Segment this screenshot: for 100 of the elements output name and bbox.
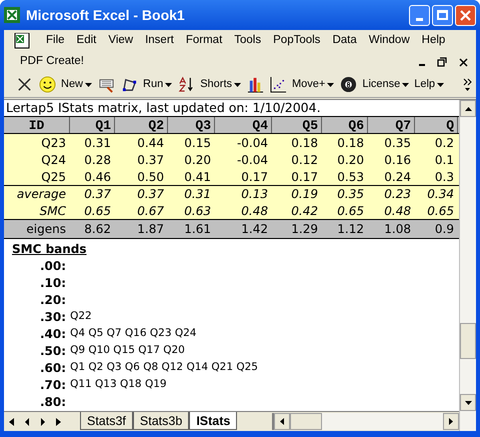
menu-item[interactable]: Window [362,31,416,51]
table-cell-text: 0.28 [83,152,112,168]
table-cell-text: 0.65 [426,202,455,219]
table-cell-text: 0.44 [136,134,165,151]
band-label: .00: [40,258,66,274]
close-button[interactable] [455,4,476,26]
sheet-tab[interactable]: IStats [189,412,238,430]
table-cell-text: 0.67 [136,202,165,219]
column-header: Q2 [115,117,168,133]
table-cell-text: 0.37 [136,152,165,168]
table-cell-text: 0.48 [383,202,412,219]
table-cell-text: 0.13 [240,186,269,202]
table-cell-text: 0.31 [83,134,112,151]
toolbar-dropdown-button[interactable]: Move+ [291,74,336,96]
table-cell-text: 0.20 [336,152,365,168]
table-cell-text: 0.23 [383,186,412,202]
table-cell-text: SMC [38,202,67,219]
band-items: Q4 Q5 Q7 Q16 Q23 Q24 [70,326,196,341]
up-arrow-icon [464,106,472,110]
table-cell-text: Q25 [40,168,67,185]
table-cell-text: 1.87 [136,221,165,238]
table-cell-text: 0.65 [83,202,112,219]
menu-item[interactable]: File [40,31,71,51]
table-cell-text: 1.08 [383,221,412,238]
column-header: Q7 [368,117,415,133]
caret-icon [327,82,334,86]
table-cell-text: -0.04 [236,152,269,168]
table-cell-text: 0.53 [336,168,365,185]
band-label: .50: [40,342,66,360]
toolbar-dropdown-button[interactable]: Shorts [199,74,242,96]
table-cell-text: 0.37 [83,186,112,202]
table-cell-text: 1.61 [183,221,212,238]
table-cell-text: 0.65 [336,202,365,219]
table-cell-text: 1.29 [290,221,319,238]
close-icon [459,58,468,66]
caret-icon [437,82,444,86]
toolbar-dropdown-button[interactable]: License [361,74,410,96]
table-cell-text: 0.50 [136,168,165,185]
caret-icon [402,82,410,86]
horizontal-scrollbar[interactable] [272,413,459,430]
table-cell-text: 0.31 [183,186,212,202]
table-cell-text: 0.41 [183,168,212,185]
sheet-tab[interactable]: Stats3b [132,412,190,430]
table-cell-text: 0.19 [290,186,319,202]
column-header: Q3 [168,117,215,133]
menu-item[interactable]: Data [326,31,363,51]
menu-item[interactable]: Format [180,31,228,51]
band-label: .30: [40,308,66,326]
table-cell-text: eigens [25,221,67,238]
table-cell-text: 0.34 [426,186,455,202]
menu-item[interactable]: Insert [139,31,180,51]
table-cell-text: 1.12 [336,221,365,238]
section-title: SMC bands [12,241,88,257]
menu-item[interactable]: PDF Create! [18,53,86,71]
close-icon [460,10,471,20]
table-cell-text: 1.42 [240,221,269,238]
more-chevron-icon[interactable] [463,78,472,92]
menu-item[interactable]: PopTools [267,31,326,51]
table-cell-text: 0.12 [290,152,319,168]
sheet-tab[interactable]: Stats3f [80,412,133,430]
table-cell-text: 0.2 [434,134,455,151]
minimize-button[interactable] [409,4,430,26]
table-cell-text: average [16,186,67,202]
left-arrow-icon [280,418,284,425]
vertical-scrollbar[interactable] [459,100,476,431]
menu-item[interactable]: View [102,31,140,51]
table-cell-text: -0.04 [236,134,269,151]
menu-item[interactable]: Edit [70,31,102,51]
band-label: .10: [40,274,66,292]
toolbar-dropdown-button[interactable]: Lelp [413,74,446,96]
table-cell-text: 0.9 [434,221,455,238]
table-cell-text: Q23 [40,134,67,151]
band-label: .70: [40,376,66,394]
menu-item[interactable]: Help [416,31,452,51]
table-cell-text: 0.3 [434,168,455,185]
maximize-button[interactable] [432,4,453,26]
workbook-icon [14,33,32,49]
table-cell-text: 0.17 [290,168,319,185]
toolbar-dropdown-button[interactable]: New [60,74,94,96]
minimize-icon [419,64,425,66]
table-cell-text: 0.18 [290,134,319,151]
scrollbar-thumb[interactable] [290,413,322,430]
toolbar-dropdown-button[interactable]: Run [142,74,174,96]
band-label: .20: [40,292,66,308]
caret-icon [234,82,241,86]
smiley-icon[interactable] [37,74,57,96]
band-items: Q9 Q10 Q15 Q17 Q20 [70,342,185,358]
column-header: Q [415,117,458,133]
table-cell-text: 0.42 [290,202,319,219]
column-header: Q6 [322,117,368,133]
table-cell-text: 0.15 [183,134,212,151]
table-cell-text: 0.24 [383,168,412,185]
column-header: Q5 [272,117,322,133]
table-cell-text: 0.35 [336,186,365,202]
menu-item[interactable]: Tools [228,31,268,51]
scrollbar-thumb[interactable] [460,323,476,359]
table-cell-text: 0.46 [83,168,112,185]
table-cell-text: 8.62 [83,221,112,238]
column-header: ID [4,117,70,133]
window-title: Microsoft Excel - Book1 [26,6,186,24]
